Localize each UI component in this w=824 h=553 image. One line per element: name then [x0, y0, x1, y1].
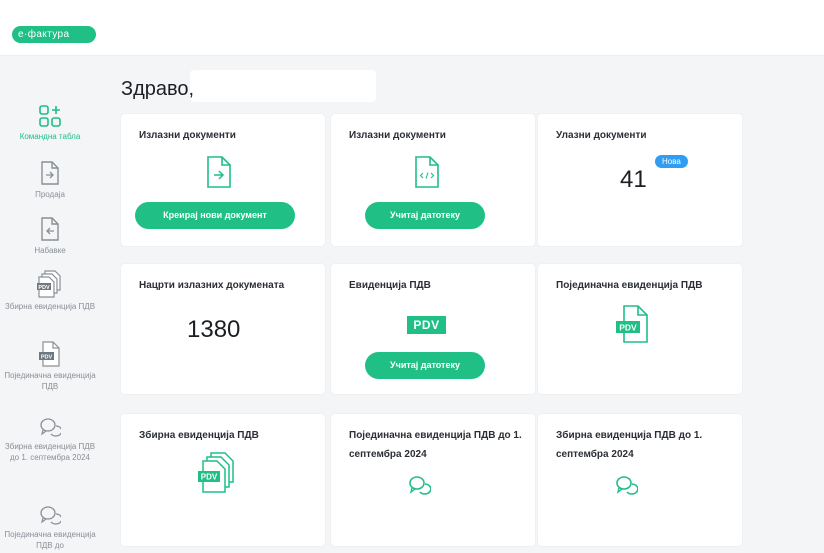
svg-text:PDV: PDV — [619, 323, 637, 333]
sidebar-item-sales[interactable]: Продаја — [0, 160, 100, 200]
pdv-icon: PDV — [407, 316, 446, 334]
card-drafts[interactable]: Нацрти излазних докумената 1380 — [121, 264, 325, 394]
document-arrow-right-icon — [41, 161, 59, 185]
incoming-count: 41 — [620, 166, 647, 193]
sidebar-item-dashboard[interactable]: Командна табла — [0, 104, 100, 142]
card-incoming[interactable]: Улазни документи 41 Нова — [538, 114, 742, 246]
sidebar-item-label: Појединачна евиденција ПДВ — [4, 371, 96, 391]
card-summary-vat[interactable]: Збирна евиденција ПДВ PDV — [121, 414, 325, 546]
svg-text:PDV: PDV — [41, 354, 53, 360]
xml-document-icon — [415, 156, 439, 188]
greeting: Здраво, — [121, 78, 195, 100]
sidebar-item-label: Збирна евиденција ПДВ до 1. септембра 20… — [4, 442, 96, 462]
sidebar-item-label: Командна табла — [19, 132, 81, 141]
card-title: Збирна евиденција ПДВ — [139, 430, 259, 441]
card-title: Излазни документи — [139, 130, 236, 141]
card-title: Улазни документи — [556, 130, 647, 141]
card-title: Збирна евиденција ПДВ до 1. септембра 20… — [556, 430, 703, 460]
card-title: Излазни документи — [349, 130, 446, 141]
top-bar: е·фактура — [0, 0, 824, 56]
card-title: Појединачна евиденција ПДВ до 1. септемб… — [349, 430, 522, 460]
upload-vat-file-button[interactable]: Учитај датотеку — [365, 352, 485, 379]
pdv-stack-icon: PDV — [198, 452, 234, 493]
card-title: Евиденција ПДВ — [349, 280, 431, 291]
document-arrow-right-icon — [207, 156, 231, 188]
sidebar-item-label: Набавке — [34, 246, 66, 255]
document-arrow-left-icon — [41, 217, 59, 241]
new-badge: Нова — [655, 155, 688, 168]
chat-bubbles-icon — [40, 418, 61, 437]
card-single-vat-2024[interactable]: Појединачна евиденција ПДВ до 1. септемб… — [331, 414, 535, 546]
sidebar-item-label: Збирна евиденција ПДВ — [4, 302, 96, 311]
sidebar-item-single-vat[interactable]: PDV Појединачна евиденција ПДВ — [0, 341, 100, 392]
chat-bubbles-icon — [40, 506, 61, 525]
sidebar-item-single-vat-2024[interactable]: Појединачна евиденција ПДВ до — [0, 504, 100, 551]
card-title: Нацрти излазних докумената — [139, 280, 285, 291]
pdv-stack-icon: PDV — [37, 270, 61, 298]
card-vat-record: Евиденција ПДВ PDV Учитај датотеку — [331, 264, 535, 394]
efaktura-logo[interactable]: е·фактура — [12, 26, 96, 43]
upload-file-button[interactable]: Учитај датотеку — [365, 202, 485, 229]
card-single-vat[interactable]: Појединачна евиденција ПДВ PDV — [538, 264, 742, 394]
card-title: Појединачна евиденција ПДВ — [556, 280, 703, 291]
sidebar-item-summary-vat[interactable]: PDV Збирна евиденција ПДВ — [0, 270, 100, 312]
chat-bubbles-icon — [616, 476, 638, 495]
dashboard-plus-icon — [39, 105, 61, 127]
user-name-field — [190, 70, 376, 102]
sidebar-item-label: Појединачна евиденција ПДВ до — [4, 530, 96, 550]
create-document-button[interactable]: Креирај нови документ — [135, 202, 295, 229]
logo-text: е·фактура — [18, 29, 70, 40]
svg-text:PDV: PDV — [38, 285, 50, 291]
main-content: Здраво, Излазни документи Креирај нови д… — [100, 56, 824, 553]
sidebar-item-summary-vat-2024[interactable]: Збирна евиденција ПДВ до 1. септембра 20… — [0, 416, 100, 463]
pdv-document-icon: PDV — [616, 305, 648, 343]
sidebar-item-label: Продаја — [35, 190, 65, 199]
sidebar-item-purchases[interactable]: Набавке — [0, 216, 100, 256]
chat-bubbles-icon — [409, 476, 431, 495]
sidebar: Командна табла Продаја Набавке PDV Збирн… — [0, 56, 100, 553]
card-outgoing-upload: Излазни документи Учитај датотеку — [331, 114, 535, 246]
card-outgoing-create: Излазни документи Креирај нови документ — [121, 114, 325, 246]
drafts-count: 1380 — [187, 316, 241, 343]
card-summary-vat-2024[interactable]: Збирна евиденција ПДВ до 1. септембра 20… — [538, 414, 742, 546]
svg-text:PDV: PDV — [201, 473, 218, 482]
pdv-document-icon: PDV — [39, 341, 60, 367]
